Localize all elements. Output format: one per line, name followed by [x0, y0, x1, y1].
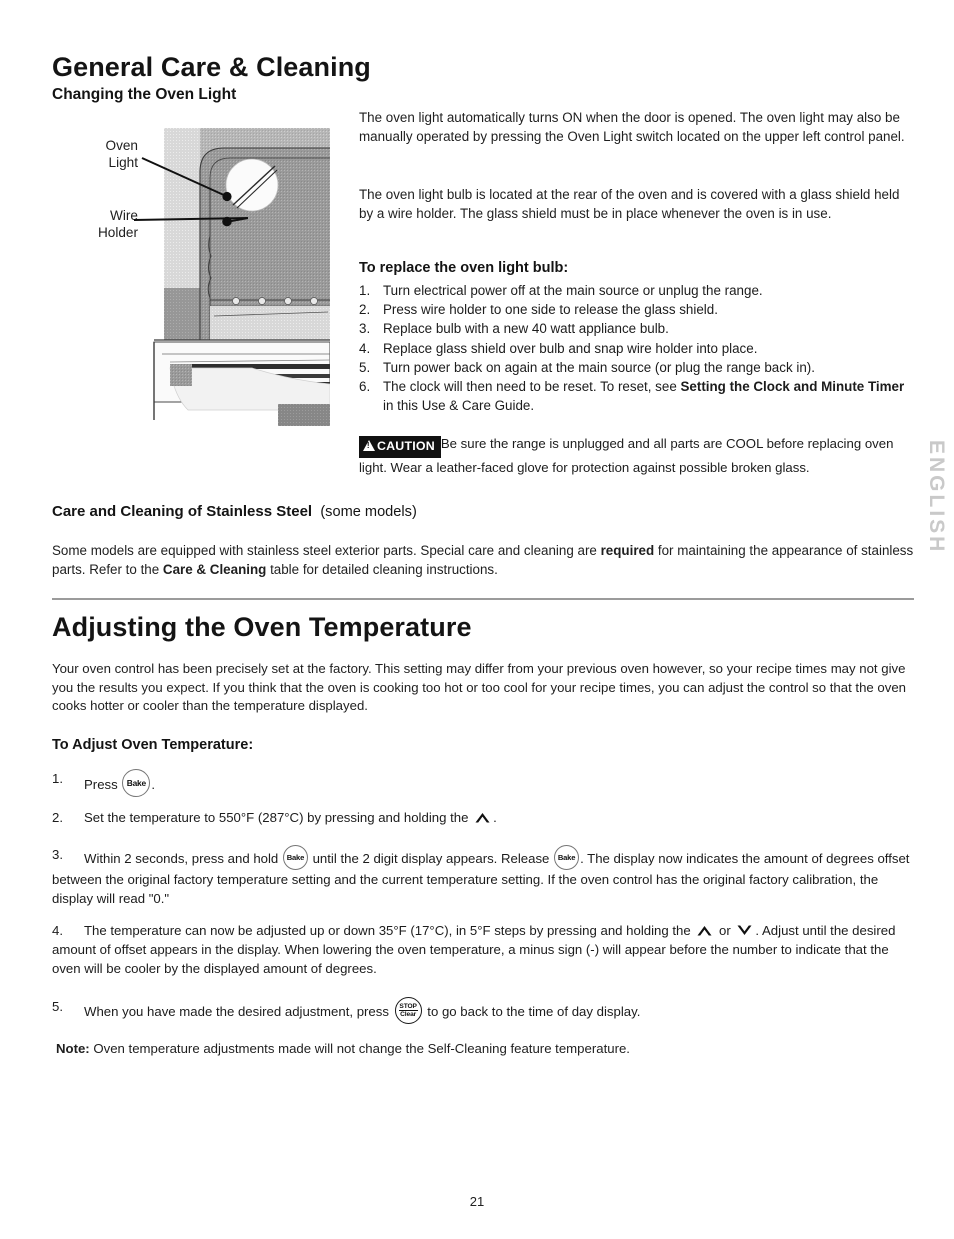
step-text: Turn electrical power off at the main so…	[383, 283, 763, 298]
step-text: Set the temperature to 550°F (287°C) by …	[84, 810, 497, 825]
list-item: 2. Press wire holder to one side to rele…	[359, 300, 911, 319]
list-item: 1. Turn electrical power off at the main…	[359, 281, 911, 300]
stainless-bold-required: required	[600, 543, 655, 558]
stainless-text-3: table for detailed cleaning instructions…	[266, 562, 498, 578]
step-text: Replace bulb with a new 40 watt applianc…	[383, 321, 669, 337]
step-number: 4.	[52, 923, 63, 938]
chevron-up-icon[interactable]	[696, 923, 713, 936]
step-text: Press Bake.	[84, 769, 156, 797]
chevron-up-icon[interactable]	[474, 810, 491, 823]
step4-text-a: The temperature can now be adjusted up o…	[84, 923, 695, 938]
step4-text-b: or	[715, 923, 735, 938]
step2-text-b: .	[493, 810, 497, 825]
step-number: 6.	[359, 379, 371, 395]
bake-button-icon[interactable]: Bake	[282, 845, 308, 870]
step-text: When you have made the desired adjustmen…	[84, 997, 641, 1024]
step-number: 5.	[359, 359, 371, 375]
stop-clear-button-icon[interactable]: STOP Clear	[394, 997, 422, 1024]
caution-notice: CAUTIONBe sure the range is unplugged an…	[359, 434, 911, 477]
section-divider	[52, 598, 914, 600]
step-text: Turn power back on again at the main sou…	[383, 359, 815, 375]
list-item: 4. Replace glass shield over bulb and sn…	[359, 339, 911, 358]
list-heading-replace-bulb: To replace the oven light bulb:	[359, 260, 569, 276]
bake-button-icon-2[interactable]: Bake	[554, 845, 580, 870]
paragraph-stainless-steel: Some models are equipped with stainless …	[52, 541, 914, 579]
stainless-text-1: Some models are equipped with stainless …	[52, 543, 601, 558]
callout-wire-holder: Wire Holder	[60, 208, 138, 241]
step-number: 1.	[359, 283, 371, 298]
note-text: Oven temperature adjustments made will n…	[89, 1041, 630, 1056]
list-item: 4. The temperature can now be adjusted u…	[52, 921, 914, 978]
bake-button-label-2: Bake	[557, 852, 576, 862]
page-title: General Care & Cleaning	[52, 52, 371, 82]
step1-text-b: .	[151, 777, 156, 792]
bake-button-label: Bake	[286, 852, 305, 862]
list-item: 2. Set the temperature to 550°F (287°C) …	[52, 808, 914, 827]
callout-oven-light: Oven Light	[60, 138, 139, 171]
warning-triangle-icon	[363, 440, 375, 451]
step-text: Press wire holder to one side to release…	[383, 302, 718, 318]
side-tab-english: ENGLISH	[925, 440, 948, 555]
stop-label: STOP	[399, 1002, 417, 1010]
step5-text-b: to go back to the time of day display.	[423, 1004, 641, 1019]
heading-stainless-steel-bold: Care and Cleaning of Stainless Steel	[52, 503, 313, 520]
step-number: 5.	[52, 999, 63, 1014]
list-item: 3. Replace bulb with a new 40 watt appli…	[359, 319, 911, 338]
step-number: 4.	[359, 340, 371, 356]
step-number: 3.	[52, 847, 63, 862]
step3-text-a: Within 2 seconds, press and hold	[84, 851, 282, 866]
step-number: 2.	[359, 302, 371, 318]
step-number: 2.	[52, 810, 63, 825]
replace-bulb-steps: 1. Turn electrical power off at the main…	[359, 281, 911, 415]
clear-label: Clear	[400, 1011, 417, 1018]
caution-badge: CAUTION	[359, 436, 441, 459]
step-text: Within 2 seconds, press and hold Bake un…	[52, 845, 909, 906]
list-item: 1. Press Bake.	[52, 769, 914, 797]
paragraph-oven-light-auto: The oven light automatically turns ON wh…	[359, 110, 905, 145]
heading-stainless-steel-qualifier: (some models)	[320, 504, 417, 520]
section-subtitle-changing-oven-light: Changing the Oven Light	[52, 86, 237, 103]
step-number: 3.	[359, 321, 371, 337]
step6-text-after: in this Use & Care Guide.	[383, 398, 535, 414]
list-item: 5. When you have made the desired adjust…	[52, 997, 914, 1024]
section-title-adjusting-oven-temperature: Adjusting the Oven Temperature	[52, 612, 472, 642]
step6-text-before: The clock will then need to be reset. To…	[383, 379, 681, 395]
bake-button-icon[interactable]: Bake	[122, 769, 151, 797]
paragraph-oven-control-intro: Your oven control has been precisely set…	[52, 661, 907, 714]
step1-text-a: Press	[84, 777, 122, 792]
chevron-down-icon[interactable]	[736, 923, 753, 936]
page-number: 21	[469, 1194, 485, 1209]
heading-stainless-steel: Care and Cleaning of Stainless Steel (so…	[52, 503, 417, 520]
document-page: General Care & Cleaning Changing the Ove…	[0, 0, 954, 1239]
step5-text-a: When you have made the desired adjustmen…	[84, 1004, 393, 1019]
note-label: Note:	[56, 1041, 90, 1056]
note-self-cleaning: Note: Oven temperature adjustments made …	[56, 1040, 914, 1059]
list-item: 6. The clock will then need to be reset.…	[359, 377, 911, 415]
step-text: The clock will then need to be reset. To…	[383, 377, 911, 415]
stainless-bold-care-cleaning: Care & Cleaning	[162, 562, 267, 578]
step-number: 1.	[52, 771, 63, 786]
list-heading-adjust-oven-temperature: To Adjust Oven Temperature:	[52, 737, 254, 753]
step6-cross-reference: Setting the Clock and Minute Timer	[680, 379, 905, 395]
list-item: 5. Turn power back on again at the main …	[359, 358, 911, 377]
caution-badge-label: CAUTION	[377, 439, 435, 453]
step2-text-a: Set the temperature to 550°F (287°C) by …	[84, 810, 473, 825]
bake-button-label: Bake	[126, 777, 146, 788]
step-text: Replace glass shield over bulb and snap …	[383, 340, 758, 356]
callout-leader-lines	[130, 130, 260, 260]
step-text: The temperature can now be adjusted up o…	[52, 923, 895, 976]
step3-text-b: until the 2 digit display appears. Relea…	[308, 851, 554, 866]
list-item: 3. Within 2 seconds, press and hold Bake…	[52, 845, 914, 908]
paragraph-oven-light-bulb-location: The oven light bulb is located at the re…	[359, 187, 900, 222]
